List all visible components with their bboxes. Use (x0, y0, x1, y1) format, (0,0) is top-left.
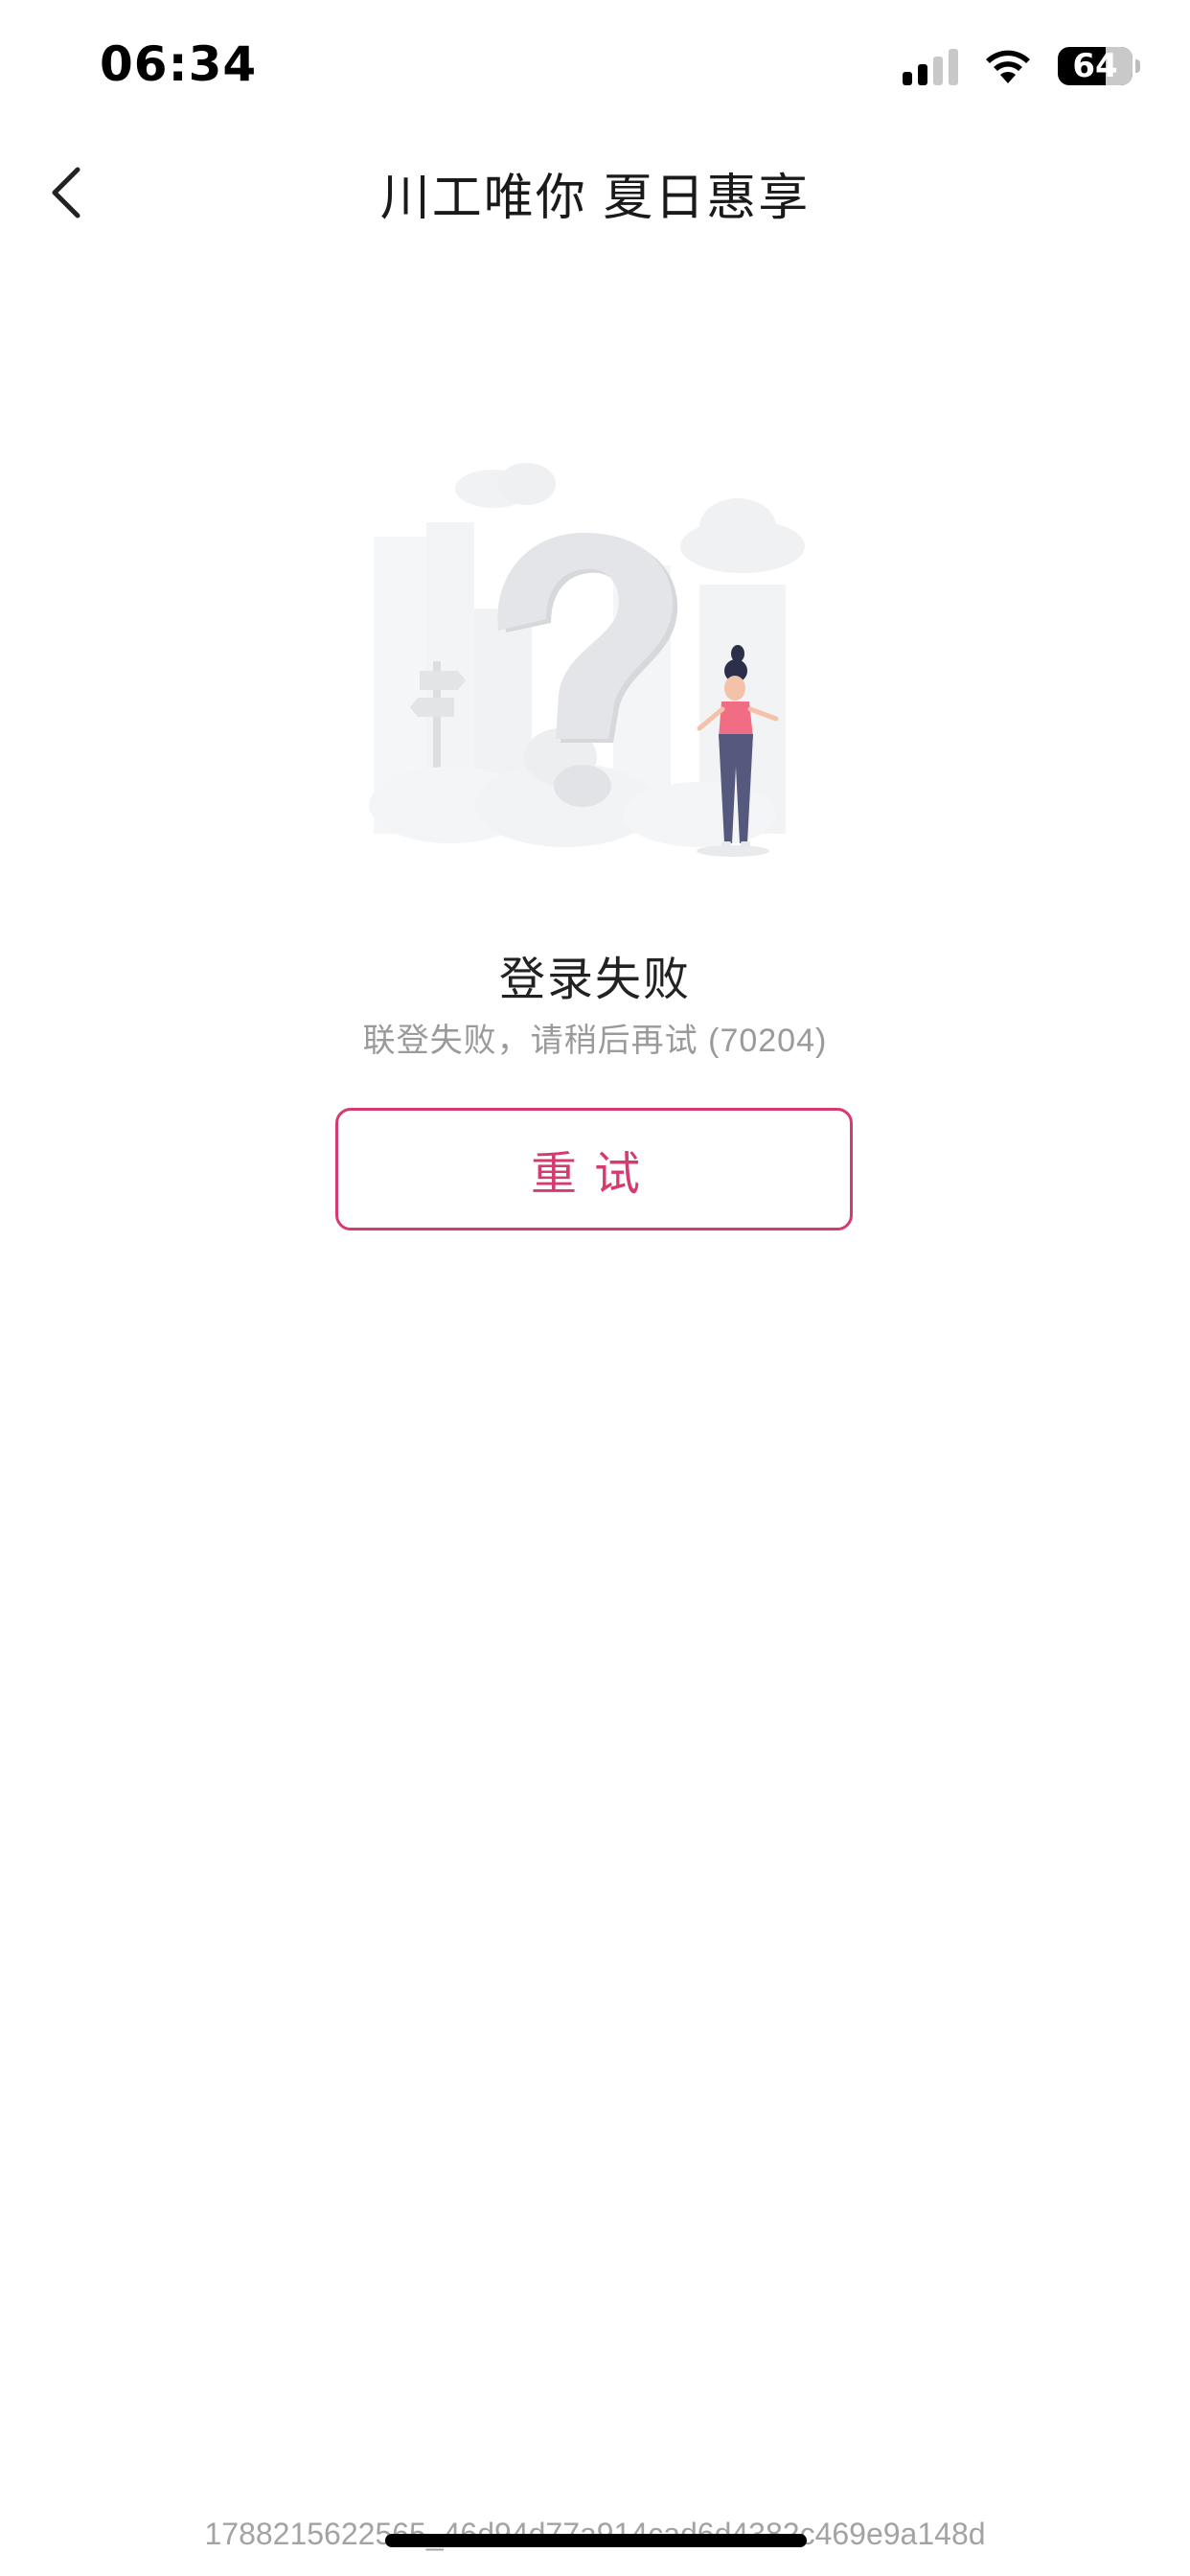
signal-icon (903, 47, 958, 85)
home-indicator[interactable] (385, 2534, 807, 2547)
status-time: 06:34 (100, 36, 258, 92)
error-title: 登录失败 (498, 954, 691, 1005)
status-bar: 06:34 64 (0, 0, 1190, 134)
page-title: 川工唯你 夏日惠享 (379, 171, 811, 226)
battery-level: 64 (1072, 47, 1118, 85)
battery-icon: 64 (1058, 47, 1140, 85)
wifi-icon (986, 50, 1030, 83)
retry-button[interactable]: 重试 (335, 1108, 853, 1230)
error-message: 联登失败，请稍后再试 (70204) (362, 1023, 828, 1059)
question-mark-person-illustration (369, 463, 805, 857)
nav-bar: 川工唯你 夏日惠享 (0, 134, 1190, 249)
status-icons: 64 (903, 42, 1140, 90)
